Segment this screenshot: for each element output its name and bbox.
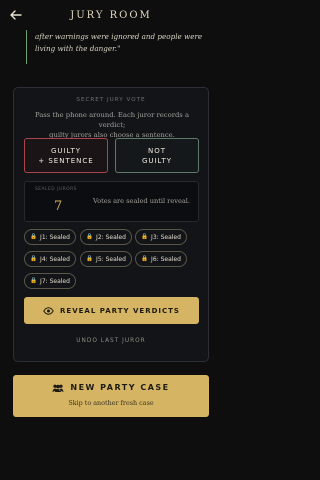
juror-chip: 🔒 J6: Sealed [135, 251, 187, 267]
lock-icon: 🔒 [141, 256, 149, 262]
eye-icon [43, 306, 54, 315]
juror-chip: 🔒 J1: Sealed [24, 229, 76, 245]
juror-chip-label: J7: Sealed [40, 277, 70, 285]
juror-chip-label: J6: Sealed [151, 255, 181, 263]
sentence-label: + SENTENCE [38, 156, 94, 165]
juror-chip-label: J1: Sealed [40, 233, 70, 241]
sealed-note: Votes are sealed until reveal. [92, 197, 190, 205]
not-label: NOT [147, 146, 166, 155]
arrow-left-icon[interactable] [8, 7, 24, 23]
not-guilty-button[interactable]: NOT GUILTY [115, 138, 199, 173]
lock-icon: 🔒 [86, 234, 94, 240]
quote-line: after warnings were ignored and people w… [35, 32, 203, 41]
sealed-jurors-box: SEALED JURORS 7 Votes are sealed until r… [24, 181, 199, 222]
new-case-title-row: NEW PARTY CASE [13, 383, 209, 392]
sealed-jurors-label: SEALED JURORS [35, 187, 77, 192]
reveal-label: REVEAL PARTY VERDICTS [60, 306, 180, 315]
new-case-title: NEW PARTY CASE [70, 383, 170, 392]
lock-icon: 🔒 [141, 234, 149, 240]
page-title: JURY ROOM [70, 9, 152, 21]
case-quote: after warnings were ignored and people w… [26, 30, 211, 64]
juror-chip-label: J5: Sealed [96, 255, 126, 263]
juror-chip-label: J2: Sealed [96, 233, 126, 241]
lock-icon: 🔒 [86, 256, 94, 262]
juror-chip: 🔒 J3: Sealed [135, 229, 187, 245]
new-party-case-button[interactable]: NEW PARTY CASE Skip to another fresh cas… [13, 375, 209, 417]
lock-icon: 🔒 [30, 278, 38, 284]
juror-chip-label: J4: Sealed [40, 255, 70, 263]
guilty-label: GUILTY [141, 156, 173, 165]
jury-vote-panel: SECRET JURY VOTE Pass the phone around. … [13, 87, 209, 362]
sealed-jurors-count: 7 [54, 199, 63, 214]
juror-chip-label: J3: Sealed [151, 233, 181, 241]
guilty-sentence-button[interactable]: GUILTY + SENTENCE [24, 138, 108, 173]
lock-icon: 🔒 [30, 256, 38, 262]
people-icon [52, 384, 64, 392]
juror-chip: 🔒 J7: Sealed [24, 273, 76, 289]
juror-chip: 🔒 J4: Sealed [24, 251, 76, 267]
juror-chip: 🔒 J2: Sealed [80, 229, 132, 245]
panel-description: Pass the phone around. Each juror record… [26, 110, 198, 140]
panel-heading: SECRET JURY VOTE [76, 97, 146, 103]
description-line: Pass the phone around. Each juror record… [34, 111, 189, 129]
juror-chip: 🔒 J5: Sealed [80, 251, 132, 267]
reveal-verdicts-button[interactable]: REVEAL PARTY VERDICTS [24, 297, 199, 324]
guilty-label: GUILTY [50, 146, 82, 155]
lock-icon: 🔒 [30, 234, 38, 240]
app-header: JURY ROOM [0, 0, 222, 30]
undo-last-juror-button[interactable]: UNDO LAST JUROR [14, 338, 208, 344]
new-case-subtitle: Skip to another fresh case [68, 399, 154, 407]
quote-line: living with the danger." [35, 44, 121, 53]
